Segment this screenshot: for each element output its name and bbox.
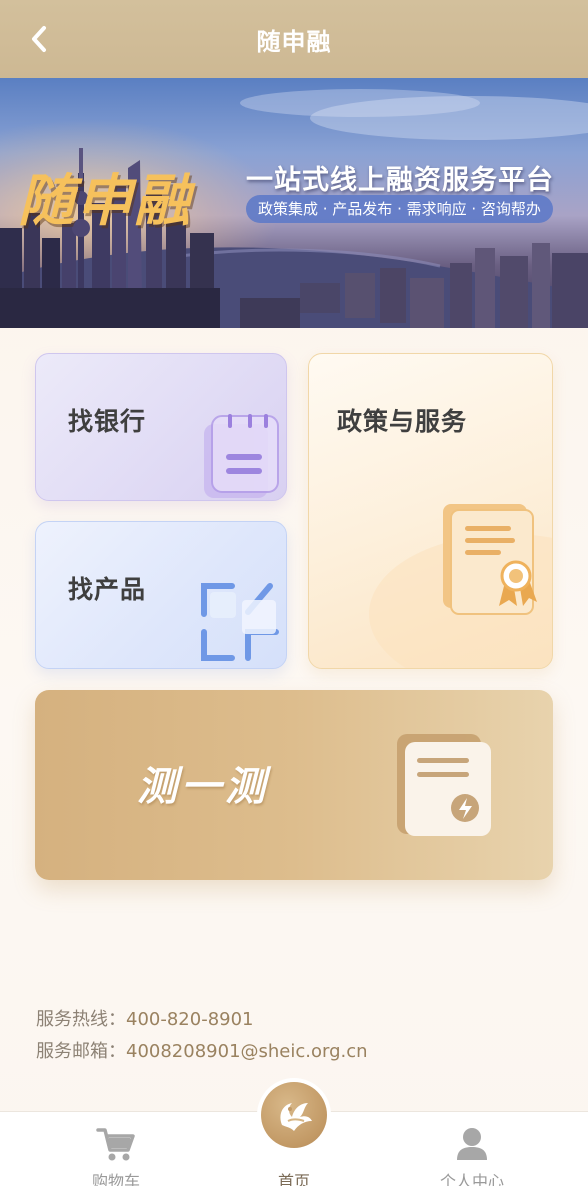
policy-service-label: 政策与服务 [337, 407, 468, 436]
person-icon [457, 1128, 487, 1160]
cart-icon [96, 1128, 135, 1161]
tab-cart-label: 购物车 [91, 1172, 140, 1186]
page-title: 随申融 [256, 27, 332, 56]
phoenix-logo-icon [280, 1103, 312, 1131]
clipboard-icon [204, 414, 279, 498]
banner-brand-logo: 随申融 [18, 169, 192, 234]
hotline-row: 服务热线： 400-820-8901 [36, 1004, 368, 1036]
policy-service-card[interactable]: 政策与服务 [308, 353, 553, 669]
tab-profile[interactable]: 个人中心 [392, 1112, 552, 1186]
banner-tags: 政策集成 · 产品发布 · 需求响应 · 咨询帮办 [246, 195, 553, 223]
home-logo-circle [261, 1082, 327, 1148]
hotline-label: 服务热线： [36, 1009, 126, 1030]
back-button[interactable] [22, 22, 56, 56]
self-test-card[interactable]: 测一测 [35, 690, 553, 880]
grid-icon [201, 583, 279, 661]
tab-cart[interactable]: 购物车 [36, 1112, 196, 1186]
email-row: 服务邮箱： 4008208901@sheic.org.cn [36, 1036, 368, 1068]
self-test-label: 测一测 [137, 764, 269, 810]
find-bank-label: 找银行 [68, 407, 147, 436]
email-value[interactable]: 4008208901@sheic.org.cn [126, 1036, 368, 1068]
top-bar: 随申融 [0, 0, 588, 78]
find-bank-card[interactable]: 找银行 [35, 353, 287, 501]
banner-slogan: 一站式线上融资服务平台 [246, 165, 554, 196]
document-lightning-icon [397, 734, 491, 836]
find-product-card[interactable]: 找产品 [35, 521, 287, 669]
home-logo-button[interactable] [257, 1078, 331, 1152]
hero-banner: 随申融 一站式线上融资服务平台 政策集成 · 产品发布 · 需求响应 · 咨询帮… [0, 78, 588, 328]
find-product-label: 找产品 [68, 575, 147, 604]
hotline-value[interactable]: 400-820-8901 [126, 1004, 254, 1036]
email-label: 服务邮箱： [36, 1041, 126, 1062]
chevron-left-icon [32, 26, 46, 52]
tab-home-label: 首页 [277, 1172, 310, 1186]
certificate-icon [369, 504, 552, 668]
contact-info: 服务热线： 400-820-8901 服务邮箱： 4008208901@shei… [36, 1004, 368, 1068]
tab-profile-label: 个人中心 [439, 1172, 504, 1186]
